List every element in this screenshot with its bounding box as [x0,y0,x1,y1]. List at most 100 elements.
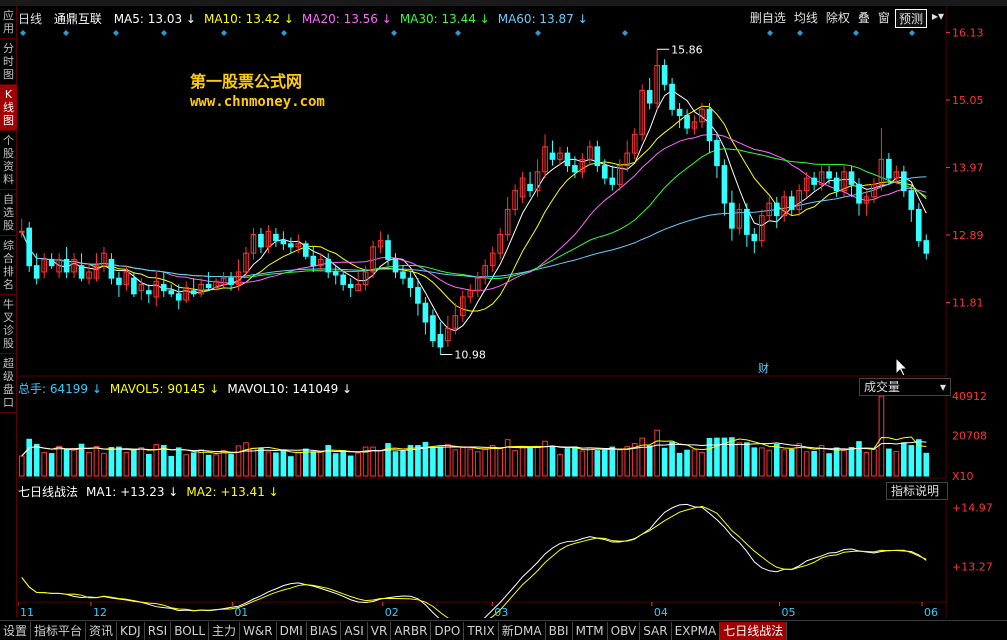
volume-bar [758,447,765,477]
indicator-tab[interactable]: 资讯 [86,621,118,640]
volume-bar [168,455,175,477]
volume-bar [93,446,100,477]
indicator-tab[interactable]: W&R [240,621,277,640]
indicator-tab[interactable]: EXPMA [672,621,721,640]
mouse-cursor-icon [895,356,909,377]
left-nav-item[interactable]: 个股资料 [0,131,17,190]
volume-bar [392,451,399,477]
candle-body [564,152,571,167]
volume-tick-label: 40912 [952,390,987,403]
volume-bar [265,451,272,477]
left-nav-item[interactable]: 应用 [0,6,17,39]
indicator-tab[interactable]: 新DMA [499,621,546,640]
volume-bar [310,451,317,477]
header-value: 总手: 64199 ↓ [18,382,102,396]
ma-value: MA30: 13.44 ↓ [399,12,490,26]
indicator-tab[interactable]: MTM [573,621,608,640]
volume-bar [213,454,219,477]
left-nav-item[interactable]: 自选股 [0,190,17,236]
volume-bar [497,447,503,477]
event-marker-icon [221,30,227,36]
price-tick-label: 11.81 [952,297,984,310]
left-nav-item[interactable]: 分时图 [0,39,17,85]
volume-bar [56,445,62,477]
indicator-tab[interactable]: 七日线战法 [720,621,788,640]
volume-bar [654,429,660,477]
ma-value: MA5: 13.03 ↓ [113,12,196,26]
candle-body [908,190,915,210]
indicator-tab[interactable]: BBI [546,621,573,640]
date-tick-label: 05 [782,606,796,618]
date-tick-label: 03 [494,606,508,618]
volume-bar [415,445,421,477]
indicator-tab[interactable]: KDJ [117,621,145,640]
indicator-help-button[interactable]: 指标说明 [886,482,948,500]
candle-body [773,202,780,217]
indicator-tab[interactable]: 设置 [0,621,32,640]
indicator-header: 七日线战法 MA1: +13.23 ↓ MA2: +13.41 ↓ [18,483,287,500]
indicator-tab[interactable]: SAR [640,621,672,640]
volume-bar [474,451,481,477]
indicator-tab[interactable]: VR [368,621,392,640]
left-nav-item[interactable]: 牛叉诊股 [0,295,17,354]
candle-body [594,146,601,167]
indicator-tab[interactable]: BOLL [171,621,210,640]
kline-chart[interactable]: 16.13 15.05 13.97 12.89 11.81 15.86 10.98 财 4091… [17,6,1007,629]
candle-body [26,227,33,267]
volume-bar [639,437,646,477]
volume-bar [220,449,227,477]
toolbar-button[interactable]: 除权 [823,9,853,28]
candle-body [527,183,533,192]
volume-bar [280,449,287,477]
toolbar-button[interactable]: 窗 [875,9,893,28]
indicator-tab[interactable]: RSI [145,621,172,640]
candle-body [923,240,930,254]
toolbar-button[interactable]: 删自选 [747,9,789,28]
candle-body [721,165,728,204]
indicator-tab[interactable]: ASI [341,621,368,640]
indicator-tab[interactable]: OBV [608,621,641,640]
expand-icon[interactable]: ▸▾ [929,9,947,28]
watermark-url: www.chnmoney.com [190,94,325,110]
ma-line [21,148,927,280]
candle-body [78,265,85,279]
candle-body [18,230,25,233]
volume-bar [886,448,892,477]
volume-header: 总手: 64199 ↓ MAVOL5: 90145 ↓ MAVOL10: 14104… [18,380,360,397]
left-nav-item[interactable]: K线图 [0,85,17,131]
left-nav-item[interactable]: 超级盘口 [0,354,17,413]
candle-body [422,302,429,323]
candle-body [340,274,346,285]
toolbar-button[interactable]: 均线 [791,9,821,28]
candle-body [63,258,70,273]
candle-body [572,165,578,173]
indicator-tab[interactable]: DMI [277,621,307,640]
header-value: MAVOL5: 90145 ↓ [109,382,220,396]
indicator-tab[interactable]: DPO [431,621,465,640]
volume-bar [302,448,309,477]
indicator-selector[interactable]: 成交量 ▾ [859,378,951,396]
toolbar-button[interactable]: 预测 [894,9,927,28]
candle-body [400,271,406,279]
candle-body [826,171,832,179]
candle-body [430,315,436,342]
candle-body [811,177,817,185]
candle-body [856,183,862,204]
candle-body [146,290,152,295]
indicator-tab[interactable]: ARBR [391,621,432,640]
finance-marker: 财 [758,361,769,375]
indicator-tab[interactable]: BIAS [307,621,342,640]
indicator-tab[interactable]: TRIX [464,621,499,640]
event-marker-icon [455,30,461,36]
header-value: MA1: +13.23 ↓ [86,485,179,499]
indicator-tab[interactable]: 指标平台 [31,621,87,640]
toolbar-button[interactable]: 叠 [855,9,873,28]
indicator-tab[interactable]: 主力 [209,621,241,640]
left-nav-item[interactable]: 综合排名 [0,236,17,295]
period-label[interactable]: 日线 [18,12,42,26]
date-tick-label: 02 [385,606,399,618]
volume-bar [160,445,167,477]
extreme-label: 15.86 [671,43,703,56]
price-header: 日线 通鼎互联 MA5: 13.03 ↓ MA10: 13.42 ↓ MA20: 1… [18,10,596,27]
candle-body [751,233,758,242]
